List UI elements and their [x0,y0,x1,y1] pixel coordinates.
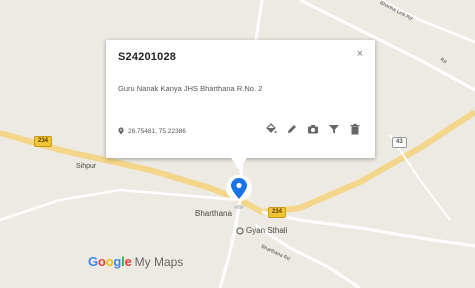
location-pin-small-icon [118,127,124,135]
product-name: My Maps [134,255,184,269]
place-label-sihpur: Sihpur [76,163,97,170]
trash-icon[interactable] [348,122,361,135]
paint-bucket-icon[interactable] [264,122,277,135]
popup-actions [264,122,361,135]
camera-icon[interactable] [306,122,319,135]
map-marker[interactable] [224,172,254,210]
route-shield: 234 [34,136,53,147]
place-label-bharthana: Bharthana [195,209,232,218]
popup-description: Guru Nanak Kanya JHS Bharthana R.No. 2 [118,84,263,93]
pencil-icon[interactable] [285,122,298,135]
info-popup: S24201028 × Guru Nanak Kanya JHS Bhartha… [106,40,375,170]
popup-coordinates: 26.75481, 75.22386 [118,127,186,135]
place-circle-icon [236,227,244,234]
popup-title: S24201028 [118,51,177,63]
google-my-maps-watermark: Google My Maps [88,254,183,269]
location-pin-icon [226,175,252,209]
coordinates-text: 26.75481, 75.22386 [128,127,186,135]
filter-icon[interactable] [327,122,340,135]
popup-tail [230,156,248,170]
route-shield: 43 [392,137,407,148]
route-shield: 234 [268,207,287,218]
close-icon[interactable]: × [357,48,363,60]
place-label-gyan-sthali-text: Gyan Sthali [246,226,288,235]
map-canvas[interactable]: 234 234 43 Sihpur Bharthana Gyan Sthali … [0,0,475,288]
place-label-gyan-sthali: Gyan Sthali [236,226,287,235]
google-logo: Google [88,254,132,269]
